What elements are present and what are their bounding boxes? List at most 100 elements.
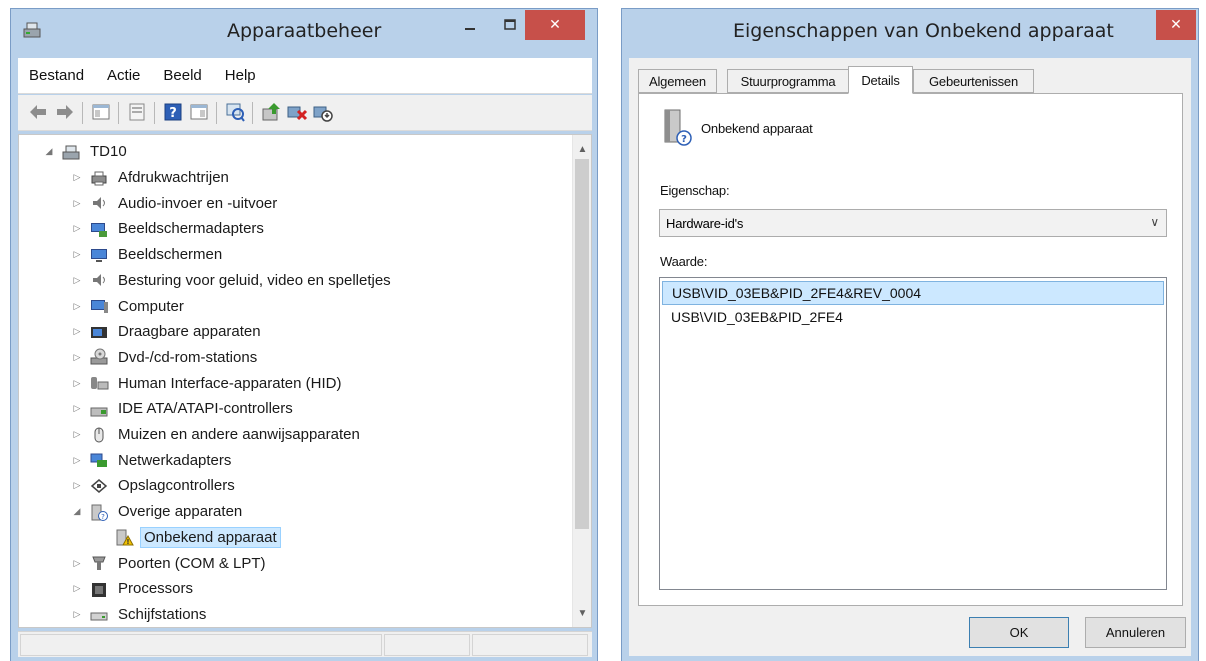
scrollbar-thumb[interactable]	[575, 159, 589, 529]
close-button[interactable]: ✕	[1156, 10, 1196, 40]
tab-details[interactable]: Details	[848, 66, 913, 94]
menu-beeld[interactable]: Beeld	[152, 67, 213, 84]
tree-item[interactable]: ▷ Schijfstations	[71, 602, 209, 627]
tree-item-label: Overige apparaten	[118, 503, 243, 521]
tree-item[interactable]: ▷ Draagbare apparaten	[71, 319, 264, 344]
collapsed-arrow-icon[interactable]: ▷	[71, 172, 83, 184]
collapsed-arrow-icon[interactable]: ▷	[71, 403, 83, 415]
collapsed-arrow-icon[interactable]: ▷	[71, 223, 83, 235]
minimize-button[interactable]	[455, 10, 485, 40]
value-list[interactable]: USB\VID_03EB&PID_2FE4&REV_0004 USB\VID_0…	[659, 277, 1167, 590]
scroll-up-arrow-icon[interactable]: ▲	[573, 139, 591, 159]
tree-item[interactable]: ▷ Opslagcontrollers	[71, 473, 238, 498]
collapsed-arrow-icon[interactable]: ▷	[71, 351, 83, 363]
tree-item[interactable]: ▷ Human Interface-apparaten (HID)	[71, 371, 344, 396]
action-pane-icon[interactable]	[188, 101, 210, 123]
disk-drive-icon	[90, 612, 108, 621]
tree-item-label: IDE ATA/ATAPI-controllers	[118, 400, 293, 418]
tree-item[interactable]: ▷ Besturing voor geluid, video en spellet…	[71, 268, 394, 293]
list-item[interactable]: USB\VID_03EB&PID_2FE4&REV_0004	[662, 281, 1164, 305]
menu-bestand[interactable]: Bestand	[18, 67, 96, 84]
tree-item[interactable]: ▷ Beeldschermen	[71, 242, 225, 267]
tree-item[interactable]: ◢? Overige apparaten	[71, 499, 245, 524]
scan-hardware-icon[interactable]	[224, 101, 246, 123]
tree-item[interactable]: ▷ Afdrukwachtrijen	[71, 165, 232, 190]
tree-item[interactable]: ▷ Poorten (COM & LPT)	[71, 551, 269, 576]
cancel-button[interactable]: Annuleren	[1085, 617, 1186, 648]
status-bar	[18, 631, 592, 657]
svg-text:?: ?	[681, 134, 687, 145]
close-icon: ✕	[1170, 17, 1182, 33]
collapsed-arrow-icon[interactable]: ▷	[71, 249, 83, 261]
tab-stuurprogramma[interactable]: Stuurprogramma	[727, 69, 849, 93]
properties-icon[interactable]	[126, 101, 148, 123]
titlebar[interactable]: Eigenschappen van Onbekend apparaat ✕	[622, 9, 1198, 57]
tree-item[interactable]: ▷ Dvd-/cd-rom-stations	[71, 345, 260, 370]
tree-item-label: Draagbare apparaten	[118, 323, 261, 341]
property-dropdown[interactable]: Hardware-id's ∨	[659, 209, 1167, 237]
help-icon[interactable]: ?	[162, 101, 184, 123]
tree-item[interactable]: ▷ Audio-invoer en -uitvoer	[71, 191, 280, 216]
toolbar-separator	[216, 102, 217, 124]
tab-gebeurtenissen[interactable]: Gebeurtenissen	[913, 69, 1034, 93]
forward-arrow-icon[interactable]	[54, 101, 76, 123]
update-driver-icon[interactable]	[260, 101, 282, 123]
collapsed-arrow-icon[interactable]: ▷	[71, 557, 83, 569]
tree-item[interactable]: ▷ Processors	[71, 576, 196, 601]
tree-item-label: Opslagcontrollers	[118, 477, 235, 495]
tree-item[interactable]: ▷ Computer	[71, 294, 187, 319]
details-tab-page: ? Onbekend apparaat Eigenschap: Hardware…	[638, 93, 1183, 606]
warning-device-icon: !	[116, 529, 134, 546]
device-manager-window: Apparaatbeheer ✕ Bestand Actie Beeld Hel…	[10, 8, 598, 661]
close-button[interactable]: ✕	[525, 10, 585, 40]
printer-icon	[91, 171, 107, 185]
ok-button[interactable]: OK	[969, 617, 1069, 648]
processor-icon	[92, 582, 106, 597]
speaker-icon	[93, 274, 105, 287]
device-tree[interactable]: ◢ TD10 ▷ Afdrukwachtrijen ▷ Audio-invoer en -…	[18, 134, 592, 628]
collapsed-arrow-icon[interactable]: ▷	[71, 583, 83, 595]
tree-item[interactable]: ▷ Beeldschermadapters	[71, 216, 267, 241]
show-hide-console-tree-icon[interactable]	[90, 101, 112, 123]
expanded-arrow-icon[interactable]: ◢	[71, 506, 83, 518]
back-arrow-icon[interactable]	[27, 101, 49, 123]
collapsed-arrow-icon[interactable]: ▷	[71, 326, 83, 338]
collapsed-arrow-icon[interactable]: ▷	[71, 274, 83, 286]
collapsed-arrow-icon[interactable]: ▷	[71, 197, 83, 209]
list-item[interactable]: USB\VID_03EB&PID_2FE4	[662, 305, 1164, 329]
titlebar[interactable]: Apparaatbeheer ✕	[11, 9, 597, 57]
port-icon	[92, 556, 106, 570]
collapsed-arrow-icon[interactable]: ▷	[71, 608, 83, 620]
tree-item[interactable]: ▷ Netwerkadapters	[71, 448, 234, 473]
uninstall-device-icon[interactable]	[286, 101, 308, 123]
collapsed-arrow-icon[interactable]: ▷	[71, 377, 83, 389]
minimize-icon	[465, 28, 475, 30]
expanded-arrow-icon[interactable]: ◢	[43, 146, 55, 158]
tree-item[interactable]: ▷ Muizen en andere aanwijsapparaten	[71, 422, 363, 447]
vertical-scrollbar[interactable]: ▲ ▼	[572, 135, 591, 627]
tab-algemeen[interactable]: Algemeen	[638, 69, 717, 93]
tree-item[interactable]: ! Onbekend apparaat	[96, 525, 281, 550]
computer-icon	[91, 300, 108, 313]
monitor-icon	[91, 248, 107, 262]
unknown-device-icon: ?	[664, 109, 692, 146]
status-cell	[384, 634, 470, 656]
disable-device-icon[interactable]	[312, 101, 334, 123]
collapsed-arrow-icon[interactable]: ▷	[71, 480, 83, 492]
menu-actie[interactable]: Actie	[96, 67, 152, 84]
svg-text:?: ?	[169, 106, 177, 121]
collapsed-arrow-icon[interactable]: ▷	[71, 300, 83, 312]
tree-item[interactable]: ▷ IDE ATA/ATAPI-controllers	[71, 396, 296, 421]
maximize-button[interactable]	[495, 10, 525, 40]
tree-item-label: Beeldschermadapters	[118, 220, 264, 238]
dialog-body: Algemeen Stuurprogramma Details Gebeurte…	[629, 58, 1191, 656]
network-adapter-icon	[90, 453, 107, 468]
scroll-down-arrow-icon[interactable]: ▼	[573, 603, 591, 623]
collapsed-arrow-icon[interactable]: ▷	[71, 454, 83, 466]
mouse-icon	[94, 427, 104, 442]
menu-help[interactable]: Help	[214, 67, 268, 84]
tree-item-label: Processors	[118, 580, 194, 598]
tree-root-td10[interactable]: ◢ TD10	[43, 139, 130, 164]
property-dropdown-value: Hardware-id's	[666, 215, 744, 231]
collapsed-arrow-icon[interactable]: ▷	[71, 429, 83, 441]
